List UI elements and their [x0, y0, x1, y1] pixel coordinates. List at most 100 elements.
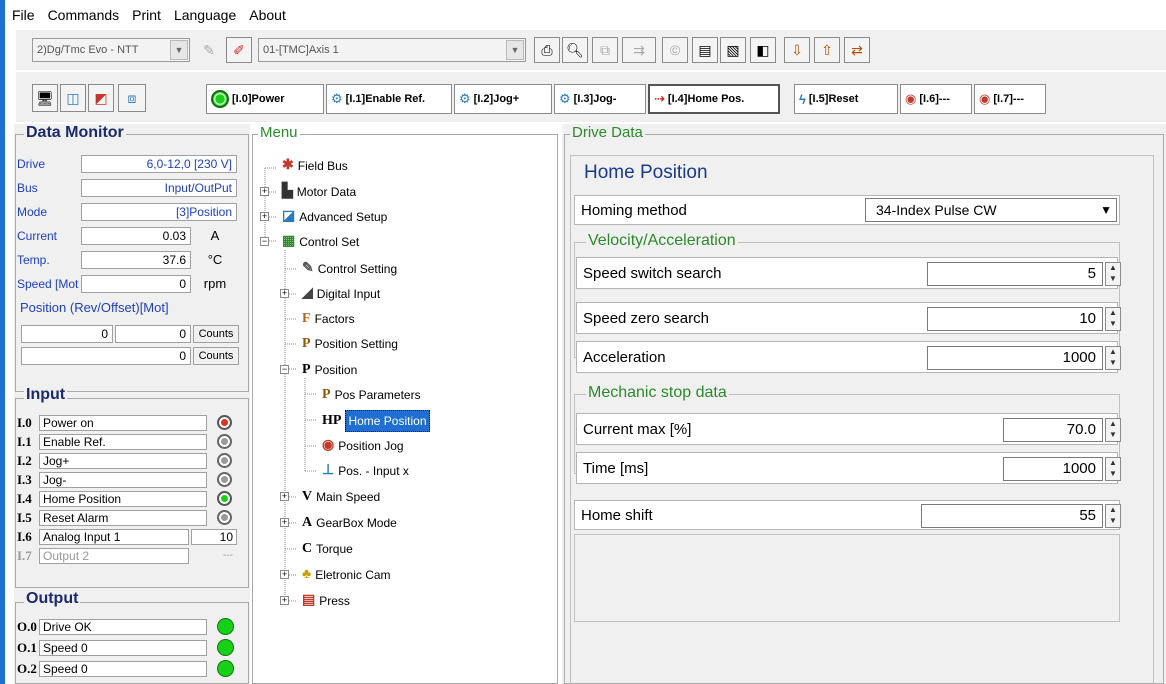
input-button-jog-plus[interactable]: ⚙ [I.2]Jog+ — [454, 84, 552, 114]
input-button-i6[interactable]: ◉ [I.6]--- — [900, 84, 972, 114]
tree-plus-icon[interactable]: + — [280, 518, 289, 527]
print-icon[interactable]: ⎙ — [534, 37, 560, 63]
print-preview-icon[interactable]: 🔍︎ — [562, 37, 588, 63]
tree-plus-icon[interactable]: + — [280, 596, 289, 605]
velocity-field-input[interactable]: 10 — [927, 307, 1103, 331]
menu-print[interactable]: Print — [132, 7, 161, 23]
output-title: Output — [24, 590, 81, 608]
tree-plus-icon[interactable]: + — [280, 289, 289, 298]
network-icon[interactable]: ⧈ — [118, 84, 146, 112]
tree-minus-icon[interactable]: − — [260, 237, 269, 246]
window-accent-bar — [0, 0, 5, 684]
menu-language[interactable]: Language — [174, 7, 236, 23]
tree-plus-icon[interactable]: + — [260, 187, 269, 196]
data-monitor-value: 37.6 — [81, 251, 191, 269]
home-shift-spinner[interactable]: ▲ ▼ — [1105, 504, 1121, 528]
velocity-field-input[interactable]: 1000 — [927, 346, 1103, 370]
tree-plus-icon[interactable]: + — [260, 212, 269, 221]
axis-combo-value: 01-[TMC]Axis 1 — [263, 44, 339, 56]
lightning-icon: ϟ — [799, 91, 806, 107]
home-shift-label: Home shift — [581, 507, 653, 524]
output-row: O.2 Speed 0 — [15, 660, 247, 678]
position-rev: 0 — [21, 325, 113, 343]
velocity-field-input[interactable]: 5 — [927, 262, 1103, 286]
tree-item[interactable]: ◪ Advanced Setup — [282, 205, 387, 229]
tree-item[interactable]: V Main Speed — [302, 485, 380, 509]
mechanic-field-label: Current max [%] — [583, 421, 692, 438]
axis-combo[interactable]: 01-[TMC]Axis 1 ▼ — [258, 38, 526, 62]
advanced-icon: ◪ — [282, 209, 296, 224]
tree-item[interactable]: ▦ Control Set — [282, 230, 359, 254]
compare-drive-icon[interactable]: ⇄ — [844, 37, 870, 63]
link-disabled-icon[interactable]: ✎ — [196, 37, 222, 63]
open-folder-icon[interactable]: ▧ — [720, 37, 746, 63]
tree-item[interactable]: ▙ Motor Data — [282, 180, 356, 204]
velocity-field-spinner[interactable]: ▲ ▼ — [1105, 262, 1121, 286]
input-button-power[interactable]: [I.0]Power — [206, 84, 324, 114]
tree-plus-icon[interactable]: + — [280, 570, 289, 579]
data-monitor-row: Bus Input/OutPut — [15, 178, 241, 198]
drive-combo[interactable]: 2)Dg/Tmc Evo - NTT ▼ — [32, 38, 190, 62]
load-parameters-icon[interactable]: ▤ — [692, 37, 718, 63]
tree-item[interactable]: ✎ Control Setting — [302, 257, 397, 281]
menu-commands[interactable]: Commands — [48, 7, 120, 23]
velocity-field-spinner[interactable]: ▲ ▼ — [1105, 307, 1121, 331]
tree-plus-icon[interactable]: + — [280, 492, 289, 501]
tree-item[interactable]: ◢ Digital Input — [302, 282, 380, 306]
gear-icon: ⚙ — [459, 91, 471, 106]
position-row-2: 0 Counts — [15, 346, 241, 366]
tree-item[interactable]: ✱ Field Bus — [282, 154, 348, 178]
tree-item[interactable]: F Factors — [302, 307, 355, 331]
tree-item[interactable]: ♣ Eletronic Cam — [302, 563, 391, 587]
input-button-home-pos[interactable]: ⇢ [I.4]Home Pos. — [648, 84, 780, 114]
mechanic-field-spinner[interactable]: ▲ ▼ — [1105, 418, 1121, 442]
transfer-disabled-icon[interactable]: ⇉ — [622, 37, 656, 63]
homing-method-select[interactable]: 34-Index Pulse CW ▼ — [865, 198, 1117, 222]
position-unit: Counts — [193, 325, 239, 343]
restart-disabled-icon[interactable]: © — [662, 37, 688, 63]
position-offset: 0 — [115, 325, 191, 343]
chevron-down-icon[interactable]: ▼ — [1100, 199, 1112, 221]
position-icon: P — [302, 362, 311, 377]
upload-drive-icon[interactable]: ⇧ — [814, 37, 840, 63]
menu-file[interactable]: File — [12, 7, 35, 23]
velocity-field-spinner[interactable]: ▲ ▼ — [1105, 346, 1121, 370]
scope-icon[interactable]: ◫ — [60, 84, 86, 112]
mechanic-field-input[interactable]: 1000 — [1003, 457, 1103, 481]
tree-minus-icon[interactable]: − — [280, 365, 289, 374]
tree-item[interactable]: P Position — [302, 358, 357, 382]
tree-item[interactable]: P Position Setting — [302, 332, 398, 356]
input-row: I.7 Output 2 --- — [15, 547, 247, 565]
pos-parameters-icon: P — [322, 387, 331, 402]
input-button-jog-minus[interactable]: ⚙ [I.3]Jog- — [554, 84, 646, 114]
tree-item[interactable]: ⊥ Pos. - Input x — [322, 459, 409, 483]
tree-item[interactable]: ◉ Position Jog — [322, 434, 404, 458]
copy-disabled-icon[interactable]: ⧉ — [592, 37, 618, 63]
tree-item[interactable]: HP Home Position — [322, 409, 430, 433]
mechanic-field-spinner[interactable]: ▲ ▼ — [1105, 457, 1121, 481]
download-drive-icon[interactable]: ⇩ — [784, 37, 810, 63]
input-name: Home Position — [39, 491, 207, 507]
save-parameters-icon[interactable]: ◧ — [750, 37, 776, 63]
input-button-enable-ref[interactable]: ⚙ [I.1]Enable Ref. — [326, 84, 452, 114]
gray-led-icon — [217, 510, 232, 525]
tree-item[interactable]: A GearBox Mode — [302, 511, 397, 535]
monitor-icon[interactable]: 🖥︎ — [32, 84, 58, 112]
chevron-down-icon[interactable]: ▼ — [170, 40, 188, 60]
trend-icon[interactable]: ◩ — [88, 84, 114, 112]
tree-item[interactable]: C Torque — [302, 537, 353, 561]
chevron-down-icon[interactable]: ▼ — [506, 40, 524, 60]
home-shift-input[interactable]: 55 — [921, 504, 1103, 528]
tree-item[interactable]: ▤ Press — [302, 589, 350, 613]
tree-item[interactable]: P Pos Parameters — [322, 383, 421, 407]
input-button-i7[interactable]: ◉ [I.7]--- — [974, 84, 1046, 114]
menu-about[interactable]: About — [249, 7, 286, 23]
home-position-icon: HP — [322, 413, 342, 428]
digital-input-icon: ◢ — [302, 286, 313, 301]
mechanic-field-input[interactable]: 70.0 — [1003, 418, 1103, 442]
red-led-icon: ◉ — [905, 91, 917, 106]
input-button-reset[interactable]: ϟ [I.5]Reset — [794, 84, 898, 114]
output-row: O.1 Speed 0 — [15, 639, 247, 657]
connect-icon[interactable]: ✐ — [226, 37, 252, 63]
output-name: Drive OK — [39, 619, 207, 635]
